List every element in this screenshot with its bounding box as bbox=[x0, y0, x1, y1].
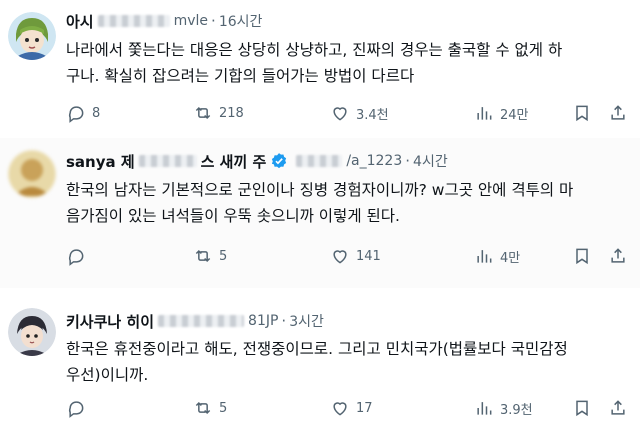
repost-button[interactable]: 218 bbox=[193, 101, 244, 125]
handle[interactable]: 81JP bbox=[248, 313, 278, 329]
reply-icon bbox=[68, 401, 84, 418]
repost-count: 218 bbox=[219, 105, 244, 121]
post-header: 키사쿠나 히이 81JP · 3시간 bbox=[66, 310, 324, 332]
avatar[interactable] bbox=[8, 150, 56, 198]
share-icon bbox=[611, 105, 625, 120]
redacted-handle bbox=[97, 15, 170, 27]
bookmark-icon bbox=[576, 105, 588, 122]
redacted-handle bbox=[296, 155, 343, 167]
views-button[interactable]: 3.9천 bbox=[474, 396, 533, 420]
reply-button[interactable]: 8 bbox=[66, 101, 100, 125]
timestamp[interactable]: 4시간 bbox=[413, 151, 448, 171]
repost-icon bbox=[195, 249, 211, 263]
reply-button[interactable] bbox=[66, 244, 92, 268]
like-icon bbox=[333, 250, 347, 264]
views-button[interactable]: 24만 bbox=[474, 101, 529, 125]
bookmark-button[interactable] bbox=[572, 244, 594, 268]
reply-icon bbox=[68, 249, 84, 266]
bookmark-button[interactable] bbox=[572, 101, 594, 125]
views-count: 4만 bbox=[500, 250, 521, 266]
like-count: 141 bbox=[356, 248, 381, 264]
separator-dot: · bbox=[211, 12, 216, 30]
like-button[interactable]: 3.4천 bbox=[330, 101, 389, 125]
repost-count: 5 bbox=[219, 248, 228, 264]
views-count: 3.9천 bbox=[500, 402, 533, 418]
views-button[interactable]: 4만 bbox=[474, 244, 520, 268]
display-name-suffix[interactable]: 스 새끼 주 bbox=[201, 151, 267, 172]
action-bar: 5 141 4만 bbox=[60, 244, 640, 268]
verified-badge-icon bbox=[270, 152, 288, 170]
post-1[interactable]: 아시 mvle · 16시간 나라에서 쫓는다는 대응은 상당히 상냥하고, 진… bbox=[0, 0, 640, 138]
like-icon bbox=[333, 402, 347, 416]
post-text: 한국의 남자는 기본적으로 군인이나 징병 경험자이니까? w그곳 안에 격투의… bbox=[66, 177, 573, 229]
redacted-handle bbox=[158, 315, 245, 327]
post-text: 한국은 휴전중이라고 해도, 전쟁중이므로. 그리고 민치국가(법률보다 국민감… bbox=[66, 336, 568, 388]
post-text-line: 나라에서 쫓는다는 대응은 상당히 상냥하고, 진짜의 경우는 출국할 수 없게… bbox=[66, 41, 563, 59]
like-button[interactable]: 17 bbox=[330, 396, 373, 420]
repost-icon bbox=[195, 106, 211, 120]
repost-button[interactable]: 5 bbox=[193, 396, 227, 420]
bookmark-icon bbox=[576, 400, 588, 417]
post-3[interactable]: 키사쿠나 히이 81JP · 3시간 한국은 휴전중이라고 해도, 전쟁중이므로… bbox=[0, 288, 640, 429]
repost-count: 5 bbox=[219, 400, 228, 416]
handle[interactable]: mvle bbox=[174, 13, 208, 29]
views-count: 24만 bbox=[500, 107, 529, 123]
share-button[interactable] bbox=[608, 101, 630, 125]
post-2[interactable]: sanya 제 스 새끼 주 /a_1223 · 4시간 한국의 남자는 기본적… bbox=[0, 138, 640, 288]
post-text-line: 구나. 확실히 잡으려는 기합의 들어가는 방법이 다르다 bbox=[66, 67, 415, 85]
views-icon bbox=[477, 402, 492, 415]
share-icon bbox=[611, 400, 625, 415]
avatar[interactable] bbox=[8, 308, 56, 356]
reply-button[interactable] bbox=[66, 396, 92, 420]
display-name[interactable]: sanya 제 bbox=[66, 151, 135, 172]
action-bar: 5 17 3.9천 bbox=[60, 396, 640, 420]
reply-count: 8 bbox=[92, 105, 101, 121]
timestamp[interactable]: 3시간 bbox=[289, 311, 324, 331]
share-icon bbox=[611, 248, 625, 263]
redacted-name bbox=[138, 155, 197, 167]
display-name[interactable]: 아시 bbox=[66, 11, 94, 32]
post-text: 나라에서 쫓는다는 대응은 상당히 상냥하고, 진짜의 경우는 출국할 수 없게… bbox=[66, 37, 562, 89]
timestamp[interactable]: 16시간 bbox=[219, 11, 263, 31]
post-text-line: 우선)이니까. bbox=[66, 366, 149, 384]
action-bar: 8 218 3.4천 24만 bbox=[60, 101, 640, 125]
post-text-line: 한국의 남자는 기본적으로 군인이나 징병 경험자이니까? w그곳 안에 격투의… bbox=[66, 181, 574, 199]
bookmark-icon bbox=[576, 248, 588, 265]
post-text-line: 한국은 휴전중이라고 해도, 전쟁중이므로. 그리고 민치국가(법률보다 국민감… bbox=[66, 340, 568, 358]
post-header: 아시 mvle · 16시간 bbox=[66, 10, 262, 32]
avatar[interactable] bbox=[8, 12, 56, 60]
handle[interactable]: /a_1223 bbox=[346, 153, 402, 169]
post-header: sanya 제 스 새끼 주 /a_1223 · 4시간 bbox=[66, 150, 448, 172]
like-button[interactable]: 141 bbox=[330, 244, 381, 268]
reply-icon bbox=[68, 106, 84, 123]
like-count: 3.4천 bbox=[356, 107, 389, 123]
repost-icon bbox=[195, 401, 211, 415]
share-button[interactable] bbox=[608, 244, 630, 268]
views-icon bbox=[477, 250, 492, 263]
separator-dot: · bbox=[281, 312, 287, 330]
views-icon bbox=[477, 107, 492, 120]
repost-button[interactable]: 5 bbox=[193, 244, 227, 268]
bookmark-button[interactable] bbox=[572, 396, 594, 420]
separator-dot: · bbox=[405, 152, 411, 170]
display-name[interactable]: 키사쿠나 히이 bbox=[66, 311, 154, 332]
share-button[interactable] bbox=[608, 396, 630, 420]
like-icon bbox=[333, 107, 347, 121]
post-text-line: 음가짐이 있는 녀석들이 우뚝 솟으니까 이렇게 된다. bbox=[66, 207, 400, 225]
like-count: 17 bbox=[356, 400, 373, 416]
